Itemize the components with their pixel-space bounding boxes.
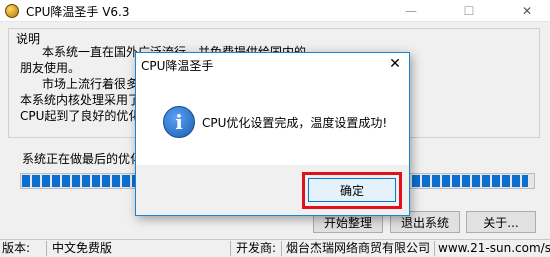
maximize-button[interactable]: ☐ [446,0,492,22]
close-button[interactable]: ✕ [504,0,550,22]
minimize-button[interactable]: — [388,0,434,22]
developer-label: 开发商: [236,241,277,255]
app-icon [5,4,19,18]
dialog-title-bar: CPU降温圣手 ✕ [136,53,409,75]
status-divider [46,241,47,256]
status-divider [281,241,282,256]
status-divider [434,241,435,256]
status-divider [230,241,231,256]
title-bar: CPU降温圣手 V6.3 — ☐ ✕ [0,0,550,22]
window-title: CPU降温圣手 V6.3 [26,5,130,19]
dialog-message: CPU优化设置完成，温度设置成功! [202,116,388,130]
website-link[interactable]: www.21-sun.com/s [438,240,550,257]
progress-label: 系统正在做最后的优化 [22,152,143,166]
about-button[interactable]: 关于... [466,211,536,233]
version-value: 中文免费版 [52,241,113,255]
dialog-close-button[interactable]: ✕ [381,53,409,75]
version-label: 版本: [2,241,31,255]
ok-button[interactable]: 确定 [308,178,396,202]
developer-value: 烟台杰瑞网络商贸有限公司 [286,241,431,255]
info-icon: i [163,106,195,138]
dialog-title: CPU降温圣手 [141,59,214,73]
